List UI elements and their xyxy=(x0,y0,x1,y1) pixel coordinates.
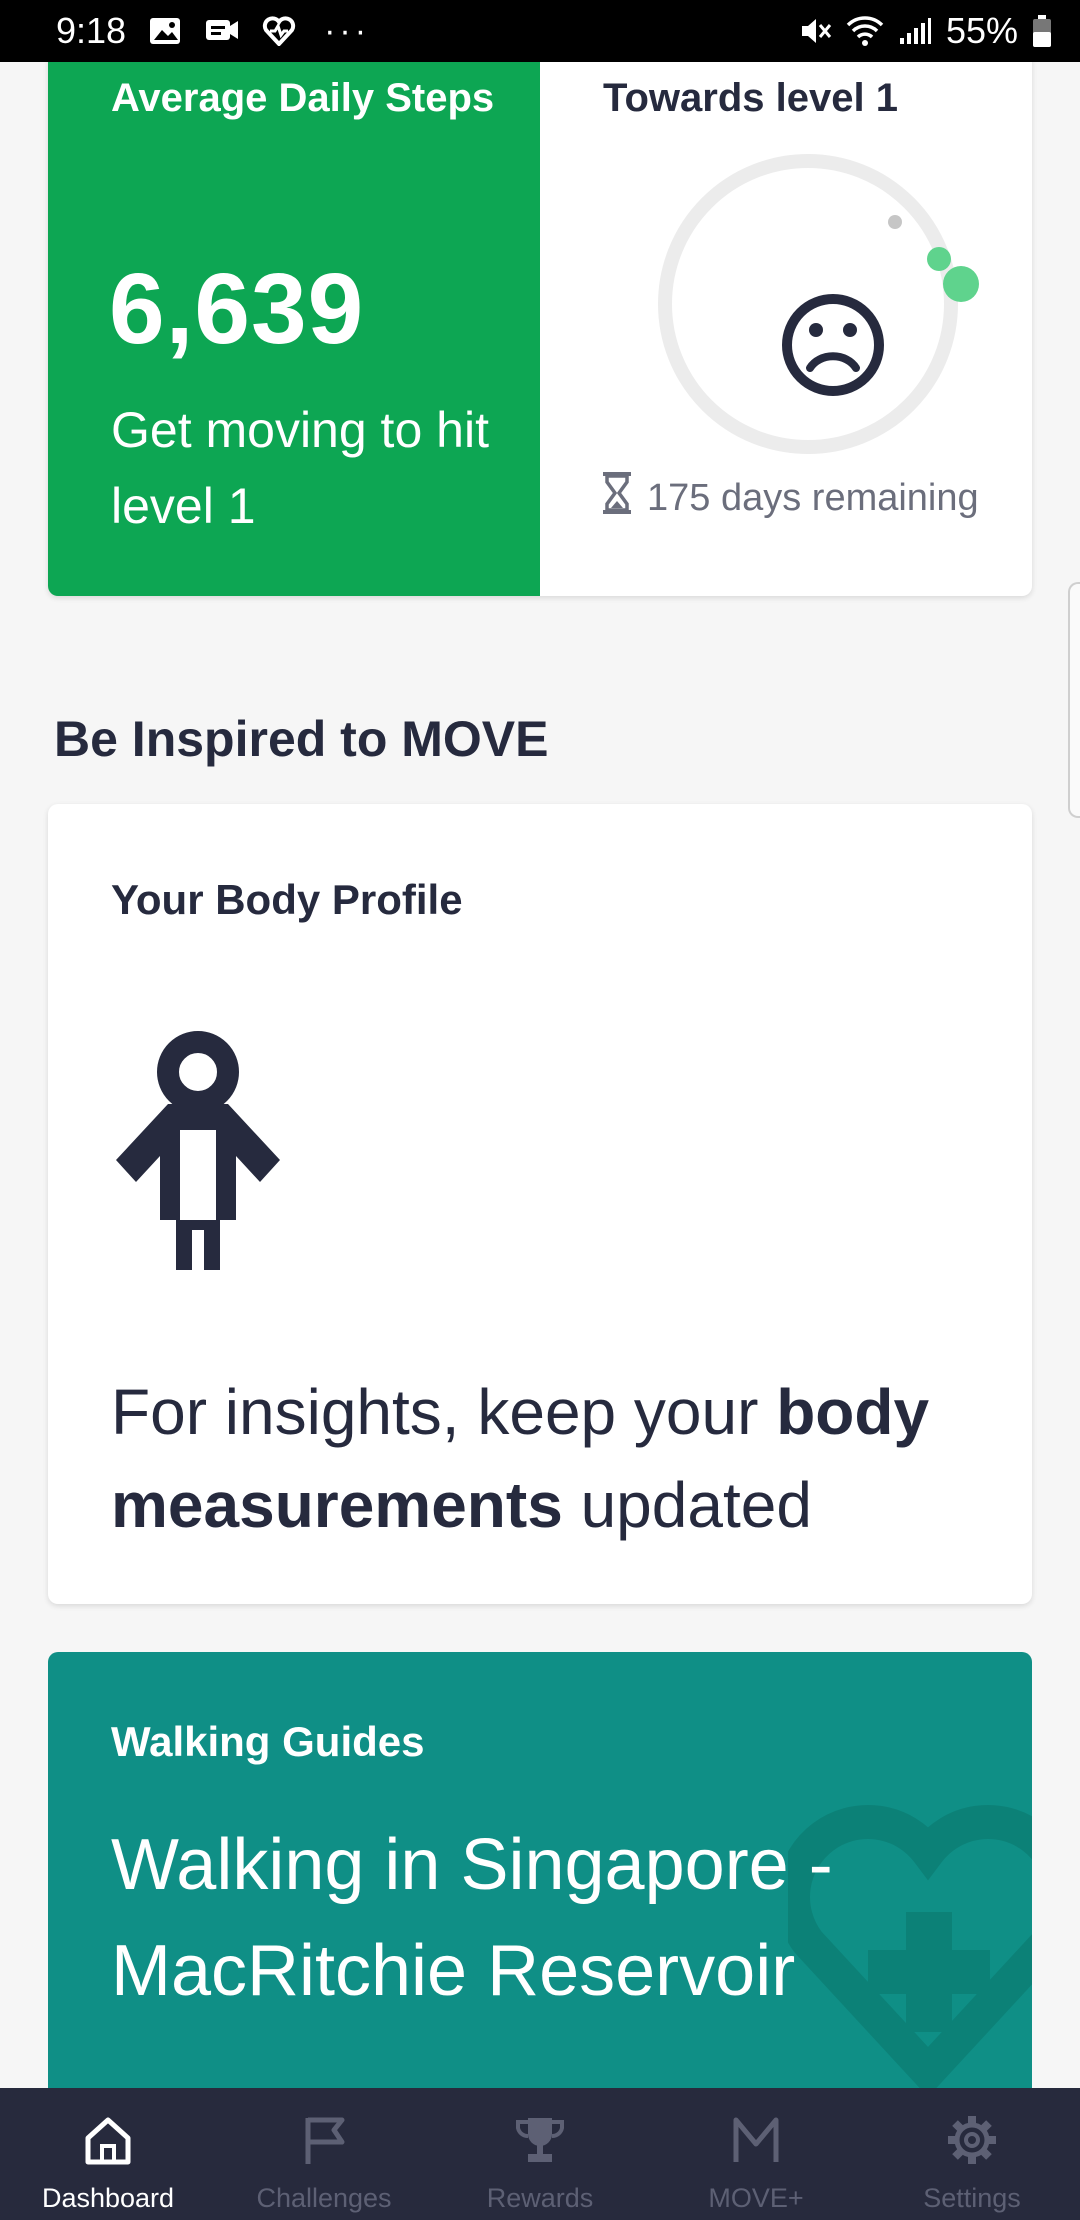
steps-panel: Average Daily Steps 6,639 Get moving to … xyxy=(48,62,540,596)
body-text-bold-body: body xyxy=(776,1376,930,1448)
tab-label: Settings xyxy=(923,2183,1021,2213)
steps-label: Average Daily Steps xyxy=(111,76,495,120)
walking-guides-label: Walking Guides xyxy=(111,1718,425,1765)
mute-icon xyxy=(798,15,832,47)
body-profile-title: Your Body Profile xyxy=(111,876,463,923)
wifi-icon xyxy=(846,15,884,47)
scroll-handle[interactable] xyxy=(1068,582,1080,818)
tab-label: Dashboard xyxy=(41,2183,175,2213)
gear-icon xyxy=(946,2114,998,2171)
body-text-bold-measurements: measurements xyxy=(111,1469,563,1541)
body-text-post: updated xyxy=(562,1469,812,1541)
steps-card[interactable]: Average Daily Steps 6,639 Get moving to … xyxy=(48,62,1032,596)
tab-label: MOVE+ xyxy=(708,2183,804,2213)
sad-face-icon xyxy=(782,294,884,396)
more-icon: ··· xyxy=(324,11,371,50)
body-profile-card[interactable]: Your Body Profile For insights, keep you… xyxy=(48,804,1032,1604)
tab-move-plus[interactable]: MOVE+ xyxy=(648,2088,864,2220)
move-plus-icon xyxy=(730,2114,782,2171)
steps-message: Get moving to hit level 1 xyxy=(111,402,489,534)
body-text-pre: For insights, keep your xyxy=(111,1376,777,1448)
hourglass-icon xyxy=(601,470,633,526)
progress-dot xyxy=(943,266,979,302)
tab-challenges[interactable]: Challenges xyxy=(216,2088,432,2220)
tab-settings[interactable]: Settings xyxy=(864,2088,1080,2220)
days-remaining: 175 days remaining xyxy=(601,470,979,526)
battery-percent: 55% xyxy=(945,10,1018,51)
steps-value: 6,639 xyxy=(109,253,365,365)
status-bar: 9:18 ··· 55% xyxy=(0,0,1080,62)
walking-guide-title: Walking in Singapore - MacRitchie Reserv… xyxy=(111,1825,833,2011)
home-icon xyxy=(82,2114,134,2171)
tab-dashboard[interactable]: Dashboard xyxy=(0,2088,216,2220)
status-time: 9:18 xyxy=(56,10,127,51)
tab-label: Rewards xyxy=(486,2183,594,2213)
image-icon xyxy=(148,16,182,46)
body-profile-text: For insights, keep your body measurements… xyxy=(111,1366,991,1552)
days-remaining-text: 175 days remaining xyxy=(647,476,979,519)
level-progress-ring xyxy=(628,124,988,484)
progress-marker xyxy=(927,247,951,271)
level-progress-title: Towards level 1 xyxy=(603,76,898,120)
video-message-icon xyxy=(204,16,240,46)
body-figure-icon xyxy=(110,1030,286,1275)
signal-icon xyxy=(898,16,932,46)
flag-icon xyxy=(298,2114,350,2171)
trophy-icon xyxy=(514,2114,566,2171)
heart-rate-icon xyxy=(262,16,296,46)
battery-icon xyxy=(1032,14,1052,48)
bottom-tab-bar: Dashboard Challenges Rewards MOVE+ Setti… xyxy=(0,2088,1080,2220)
tab-label: Challenges xyxy=(256,2183,392,2213)
walking-guides-card[interactable]: Walking Guides Walking in Singapore - Ma… xyxy=(48,1652,1032,2088)
tab-rewards[interactable]: Rewards xyxy=(432,2088,648,2220)
scroll-content[interactable]: Average Daily Steps 6,639 Get moving to … xyxy=(0,62,1080,2088)
section-title: Be Inspired to MOVE xyxy=(54,711,549,767)
